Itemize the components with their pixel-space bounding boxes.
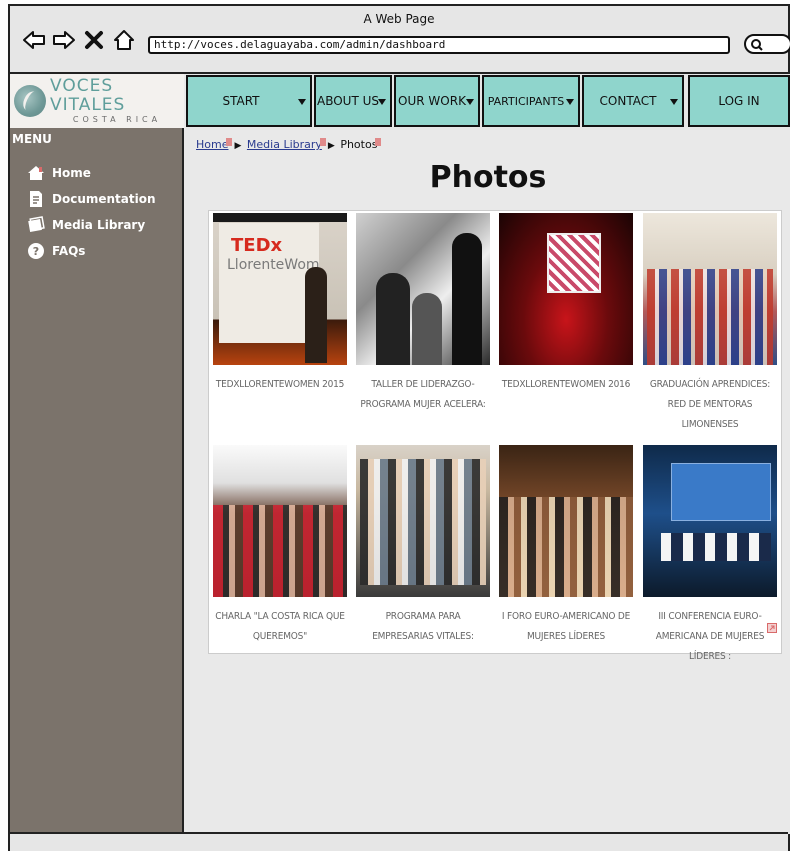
nav-participants[interactable]: PARTICIPANTS	[482, 75, 580, 127]
gallery-photo	[356, 213, 490, 365]
flag-icon	[319, 138, 326, 146]
browser-nav-buttons	[22, 28, 136, 52]
nav-our-work[interactable]: OUR WORK	[394, 75, 480, 127]
gallery-card[interactable]: I FORO EURO-AMERICANO DE MUJERES LÍDERES	[499, 445, 633, 647]
chevron-right-icon: ▶	[327, 141, 335, 151]
photo-gallery: TEDx LlorenteWom TEDXLLORENTEWOMEN 2015 …	[208, 210, 782, 662]
gallery-card[interactable]: PROGRAMA PARA EMPRESARIAS VITALES:	[356, 445, 490, 647]
breadcrumb-home-link[interactable]: Home	[196, 138, 228, 151]
breadcrumb: Home ▶ Media Library ▶ Photos	[196, 138, 382, 151]
gallery-caption: I FORO EURO-AMERICANO DE MUJERES LÍDERES	[501, 611, 631, 642]
gallery-caption: III CONFERENCIA EURO-AMERICANA DE MUJERE…	[655, 611, 765, 662]
gallery-card[interactable]: TEDXLLORENTEWOMEN 2016	[499, 213, 633, 395]
gallery-photo	[643, 213, 777, 365]
sidebar-item-home[interactable]: Home	[26, 160, 156, 186]
sidebar-item-label: Media Library	[52, 218, 146, 232]
sidebar-item-faqs[interactable]: ? FAQs	[26, 238, 156, 264]
gallery-caption: PROGRAMA PARA EMPRESARIAS VITALES:	[372, 611, 474, 642]
nav-label: OUR WORK	[398, 94, 466, 108]
sidebar: VOCES VITALES COSTA RICA MENU Home Docum…	[10, 74, 184, 834]
gallery-caption: TALLER DE LIDERAZGO-PROGRAMA MUJER ACELE…	[360, 379, 486, 410]
url-input[interactable]: http://voces.delaguayaba.com/admin/dashb…	[148, 36, 730, 54]
stop-icon[interactable]	[82, 28, 106, 52]
dropdown-arrow-icon	[298, 99, 306, 105]
nav-label: START	[222, 94, 260, 108]
gallery-card[interactable]: III CONFERENCIA EURO-AMERICANA DE MUJERE…	[643, 445, 777, 667]
breadcrumb-current: Photos	[340, 138, 378, 151]
gallery-photo	[643, 445, 777, 597]
nav-label: CONTACT	[599, 94, 657, 108]
search-icon	[751, 39, 763, 51]
nav-label: ABOUT US	[316, 94, 379, 108]
logo-mark-icon	[14, 85, 46, 117]
browser-window: A Web Page http://voces.delaguayaba.com/…	[8, 4, 790, 851]
breadcrumb-media-library-link[interactable]: Media Library	[247, 138, 322, 151]
top-nav: START ABOUT US OUR WORK PARTICIPANTS CON…	[186, 74, 790, 130]
photo-text: TEDx	[231, 235, 283, 256]
gallery-caption: TEDXLLORENTEWOMEN 2015	[215, 379, 345, 390]
dropdown-arrow-icon	[566, 99, 574, 105]
sidebar-item-label: Home	[52, 166, 91, 180]
page-title: Photos	[429, 160, 547, 195]
gallery-caption: TEDXLLORENTEWOMEN 2016	[501, 379, 631, 390]
gallery-card[interactable]: CHARLA "LA COSTA RICA QUE QUEREMOS"	[213, 445, 347, 647]
home-icon	[26, 164, 46, 182]
gallery-photo: TEDx LlorenteWom	[213, 213, 347, 365]
browser-search-button[interactable]	[744, 34, 790, 54]
question-icon: ?	[26, 242, 46, 260]
dropdown-arrow-icon	[670, 99, 678, 105]
nav-start[interactable]: START	[186, 75, 312, 127]
gallery-card[interactable]: TALLER DE LIDERAZGO-PROGRAMA MUJER ACELE…	[356, 213, 490, 415]
main-content: Home ▶ Media Library ▶ Photos Photos TEDx …	[186, 130, 790, 834]
logo[interactable]: VOCES VITALES COSTA RICA	[10, 74, 184, 128]
gallery-photo	[499, 213, 633, 365]
logo-title: VOCES VITALES	[50, 76, 126, 115]
chevron-right-icon: ▶	[234, 141, 242, 151]
nav-log-in[interactable]: LOG IN	[688, 75, 790, 127]
gallery-caption: CHARLA "LA COSTA RICA QUE QUEREMOS"	[215, 611, 345, 642]
svg-text:?: ?	[33, 245, 39, 258]
nav-contact[interactable]: CONTACT	[582, 75, 684, 127]
nav-about-us[interactable]: ABOUT US	[314, 75, 392, 127]
gallery-card[interactable]: TEDx LlorenteWom TEDXLLORENTEWOMEN 2015	[213, 213, 347, 395]
media-icon	[26, 216, 46, 234]
nav-label: PARTICIPANTS	[487, 94, 565, 108]
sidebar-menu: Home Documentation Media Library ? FAQs	[26, 160, 156, 264]
browser-toolbar: A Web Page http://voces.delaguayaba.com/…	[10, 6, 790, 74]
sidebar-item-label: FAQs	[52, 244, 86, 258]
menu-heading: MENU	[12, 132, 52, 146]
nav-label: LOG IN	[718, 94, 760, 108]
window-title: A Web Page	[363, 12, 435, 26]
status-bar	[10, 832, 788, 851]
gallery-photo	[356, 445, 490, 597]
document-icon	[26, 190, 46, 208]
sidebar-item-documentation[interactable]: Documentation	[26, 186, 156, 212]
gallery-photo	[499, 445, 633, 597]
gallery-photo	[213, 445, 347, 597]
flag-icon	[375, 138, 382, 146]
sidebar-item-label: Documentation	[52, 192, 156, 206]
back-arrow-icon[interactable]	[22, 28, 46, 52]
sidebar-item-media-library[interactable]: Media Library	[26, 212, 156, 238]
forward-arrow-icon[interactable]	[52, 28, 76, 52]
logo-subtitle: COSTA RICA	[72, 115, 162, 124]
gallery-caption: GRADUACIÓN APRENDICES: RED DE MENTORAS L…	[649, 379, 771, 430]
flag-icon	[226, 138, 233, 146]
gallery-card[interactable]: GRADUACIÓN APRENDICES: RED DE MENTORAS L…	[643, 213, 777, 435]
dropdown-arrow-icon	[466, 99, 474, 105]
dropdown-arrow-icon	[378, 99, 386, 105]
external-link-icon[interactable]	[767, 623, 777, 633]
home-browser-icon[interactable]	[112, 28, 136, 52]
